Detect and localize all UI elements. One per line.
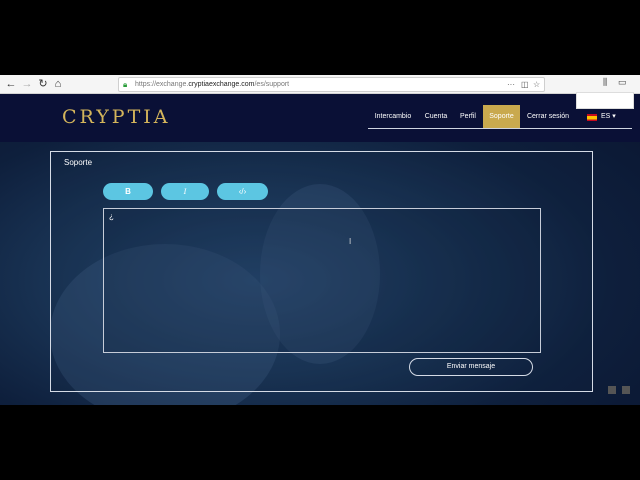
nav-underline — [368, 128, 632, 129]
site-header: CRYPTIA Intercambio Cuenta Perfil Soport… — [0, 94, 640, 142]
popup-overlay — [576, 92, 634, 109]
site-logo[interactable]: CRYPTIA — [62, 106, 171, 128]
scroll-control-icon[interactable] — [622, 386, 630, 394]
text-cursor-icon: I — [349, 237, 352, 246]
editor-text: ¿ — [109, 212, 114, 221]
lock-icon: 🔒︎ — [123, 80, 128, 89]
message-editor[interactable]: ¿ I — [103, 208, 541, 353]
italic-button[interactable]: I — [161, 183, 209, 200]
bookmark-star-icon[interactable]: ☆ — [533, 78, 540, 91]
send-message-button[interactable]: Enviar mensaje — [409, 358, 533, 376]
bold-button[interactable]: B — [103, 183, 153, 200]
pocket-icon[interactable]: ◫ — [521, 78, 529, 91]
nav-soporte[interactable]: Soporte — [483, 105, 520, 129]
code-button[interactable]: ‹/› — [217, 183, 268, 200]
browser-toolbar: ← → ↻ ⌂ 🔒︎ https://exchange.cryptiaexcha… — [0, 75, 640, 94]
nav-cerrar-sesion[interactable]: Cerrar sesión — [522, 105, 574, 129]
support-page: CRYPTIA Intercambio Cuenta Perfil Soport… — [0, 94, 640, 405]
library-icon[interactable]: ⫼ — [603, 77, 607, 88]
home-icon[interactable]: ⌂ — [51, 77, 65, 91]
sidebar-icon[interactable]: ▭ — [618, 77, 627, 88]
scroll-control-icon[interactable] — [608, 386, 616, 394]
url-text: https://exchange.cryptiaexchange.com/es/… — [135, 81, 290, 88]
back-icon[interactable]: ← — [4, 77, 18, 91]
spain-flag-icon[interactable] — [587, 114, 597, 121]
more-icon[interactable]: ··· — [507, 78, 515, 91]
forward-icon[interactable]: → — [20, 77, 34, 91]
nav-intercambio[interactable]: Intercambio — [368, 105, 418, 129]
nav-perfil[interactable]: Perfil — [454, 105, 482, 129]
url-bar[interactable]: 🔒︎ https://exchange.cryptiaexchange.com/… — [118, 77, 545, 92]
panel-title: Soporte — [64, 158, 93, 167]
support-panel: Soporte B I ‹/› ¿ I Enviar mensaje — [50, 151, 593, 392]
nav-cuenta[interactable]: Cuenta — [420, 105, 452, 129]
reload-icon[interactable]: ↻ — [36, 77, 50, 91]
